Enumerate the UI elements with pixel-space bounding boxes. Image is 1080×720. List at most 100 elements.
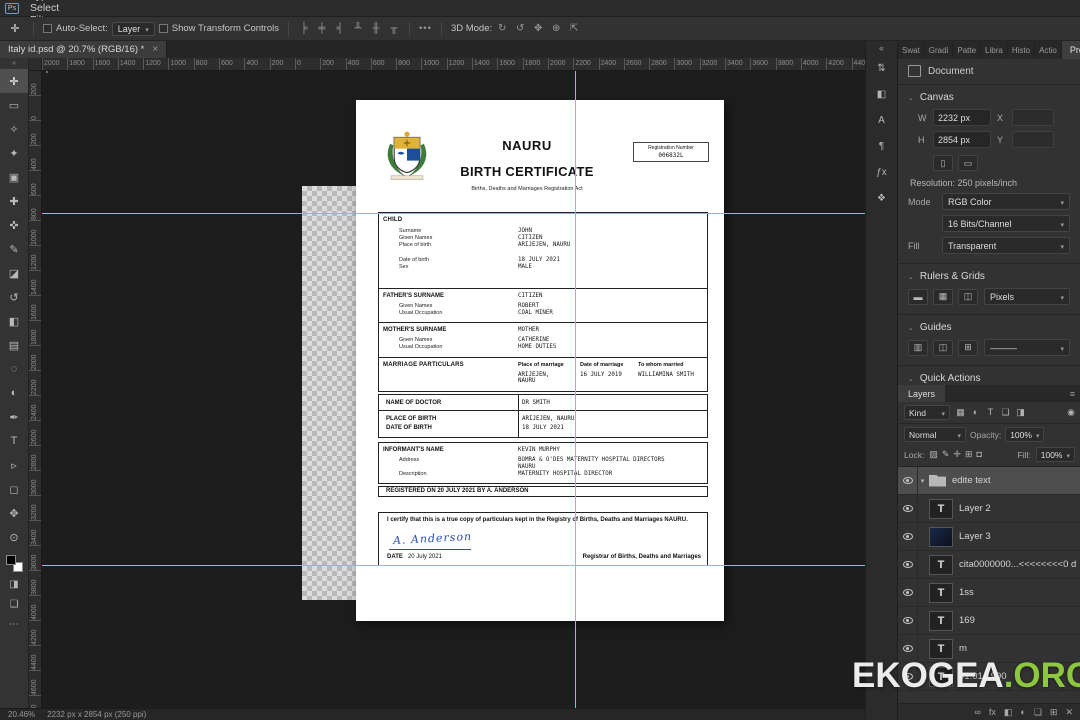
tool-button[interactable]: ↺ [0,285,28,309]
guides-header[interactable]: ⌄ Guides [908,322,1070,333]
panel-icon[interactable]: ¶ [866,133,897,159]
ruler-units-dropdown[interactable]: Pixels [984,288,1070,305]
guide-option-button[interactable]: ⊞ [958,339,978,356]
document-tab[interactable]: Italy id.psd @ 20.7% (RGB/16) * × [0,41,168,58]
toolbar-expand-icon[interactable]: » [0,58,28,69]
ruler-origin-corner[interactable] [29,58,42,71]
foreground-color-swatch[interactable] [5,555,16,565]
bit-depth-dropdown[interactable]: 16 Bits/Channel [942,215,1070,232]
mode-3d-icon[interactable]: ⊕ [550,23,562,34]
panel-tab[interactable]: Properties [1061,41,1080,59]
align-icon[interactable]: ╨ [352,23,364,34]
tool-button[interactable]: ✥ [0,501,28,525]
auto-select-checkbox[interactable] [43,24,52,33]
mode-3d-icon[interactable]: ⇱ [568,23,580,34]
panel-tab[interactable]: Swat [898,41,925,59]
layers-footer-icon[interactable]: ❏ [1034,707,1042,718]
layer-filter-kind-dropdown[interactable]: Kind [904,405,950,420]
collapse-panels-icon[interactable]: « [879,41,884,55]
height-field[interactable]: 2854 px [933,131,991,148]
mode-3d-icon[interactable]: ↻ [496,23,508,34]
layer-name[interactable]: Layer 3 [959,531,991,542]
menu-item[interactable]: Select [23,2,74,14]
vertical-guide[interactable] [575,58,576,708]
layers-footer-icon[interactable]: ◐ [1020,707,1025,717]
close-icon[interactable]: × [152,44,158,55]
layer-name[interactable]: m [959,643,967,654]
horizontal-guide[interactable] [29,565,865,566]
layer-visibility-toggle[interactable] [898,579,918,606]
layers-footer-icon[interactable]: ◧ [1004,707,1013,718]
tool-button[interactable]: T [0,429,28,453]
layers-footer-icon[interactable]: fx [989,707,996,717]
align-icon[interactable]: ╡ [334,23,346,34]
panel-tab[interactable]: Gradi [925,41,954,59]
canvas-area[interactable]: NAURU BIRTH CERTIFICATE Births, Deaths a… [29,58,865,708]
color-mode-dropdown[interactable]: RGB Color [942,193,1070,210]
horizontal-ruler[interactable]: 2000 1800 1600 1400 1200 1000 800 600 400 200 0 200… [42,58,865,71]
color-swatches[interactable] [5,555,23,572]
lock-option-icon[interactable]: ◘ [976,449,981,460]
panel-menu-icon[interactable]: ≡ [1070,385,1075,402]
layer-name[interactable]: 169 [959,615,975,626]
layer-row[interactable]: 1ss [898,579,1080,607]
width-field[interactable]: 2232 px [933,109,991,126]
layer-visibility-toggle[interactable] [898,495,918,522]
layer-filter-icon[interactable]: ◐ [969,407,982,418]
layers-footer-icon[interactable]: ∞ [974,707,980,717]
panel-tab[interactable]: Histo [1008,41,1036,59]
mode-3d-icon[interactable]: ✥ [532,23,544,34]
align-icon[interactable]: ╥ [388,23,400,34]
group-twirl-icon[interactable] [918,477,927,485]
toolbar-extra-button[interactable]: ⋯ [0,614,28,634]
align-icon[interactable]: ╞ [298,23,310,34]
panel-icon[interactable]: ⇅ [866,55,897,81]
auto-select-option[interactable]: Auto-Select: [43,23,108,34]
show-transform-option[interactable]: Show Transform Controls [158,23,279,34]
tool-button[interactable]: ✒ [0,405,28,429]
ruler-grid-button[interactable]: ◫ [958,288,978,305]
panel-tab[interactable]: Actio [1035,41,1062,59]
x-field[interactable] [1012,109,1054,126]
tool-button[interactable]: ▤ [0,333,28,357]
lock-option-icon[interactable]: ✎ [942,449,950,460]
lock-option-icon[interactable]: ⊞ [965,449,973,460]
layers-footer-icon[interactable]: ⊞ [1050,707,1058,718]
layer-row[interactable]: 169 [898,607,1080,635]
align-icon[interactable]: ╫ [370,23,382,34]
vertical-ruler[interactable]: 200 0 200 400 600 800 1000 1200 1400 1600 1800 2000… [29,71,42,708]
ruler-grid-button[interactable]: ▬ [908,288,928,305]
mode-3d-icon[interactable]: ↺ [514,23,526,34]
tool-button[interactable]: ✎ [0,237,28,261]
more-options-icon[interactable]: ••• [419,23,432,34]
toolbar-extra-button[interactable]: ◨ [0,574,28,594]
layer-filter-icon[interactable]: ◨ [1014,407,1027,418]
tool-button[interactable]: ✧ [0,117,28,141]
layer-filter-icon[interactable]: T [984,407,997,418]
layer-filter-icon[interactable]: ❏ [999,407,1012,418]
auto-select-target-dropdown[interactable]: Layer [111,21,155,36]
orientation-button[interactable]: ▯ [933,155,953,171]
layer-name[interactable]: Layer 2 [959,503,991,514]
layer-visibility-toggle[interactable] [898,607,918,634]
align-icon[interactable]: ╪ [316,23,328,34]
quick-actions-header[interactable]: ⌄ Quick Actions [908,373,1070,384]
horizontal-guide[interactable] [29,213,865,214]
guide-style-dropdown[interactable]: ——— [984,339,1070,356]
panel-icon[interactable]: ◧ [866,81,897,107]
layers-footer-icon[interactable]: ✕ [1065,707,1073,718]
show-transform-checkbox[interactable] [158,24,168,33]
layer-name[interactable]: 1ss [959,587,974,598]
ruler-grid-button[interactable]: ▦ [933,288,953,305]
panel-icon[interactable]: A [866,107,897,133]
tool-button[interactable]: ✚ [0,189,28,213]
lock-option-icon[interactable]: ✛ [953,449,961,460]
tool-button[interactable]: ✛ [0,69,28,93]
layer-visibility-toggle[interactable] [898,551,918,578]
layer-row[interactable]: Layer 3 [898,523,1080,551]
layers-tab[interactable]: Layers [898,385,946,402]
layer-row[interactable]: cita0000000...<<<<<<<<0 d [898,551,1080,579]
orientation-button[interactable]: ▭ [958,155,978,171]
tool-button[interactable]: ◻ [0,477,28,501]
opacity-field[interactable]: 100% [1005,427,1045,442]
